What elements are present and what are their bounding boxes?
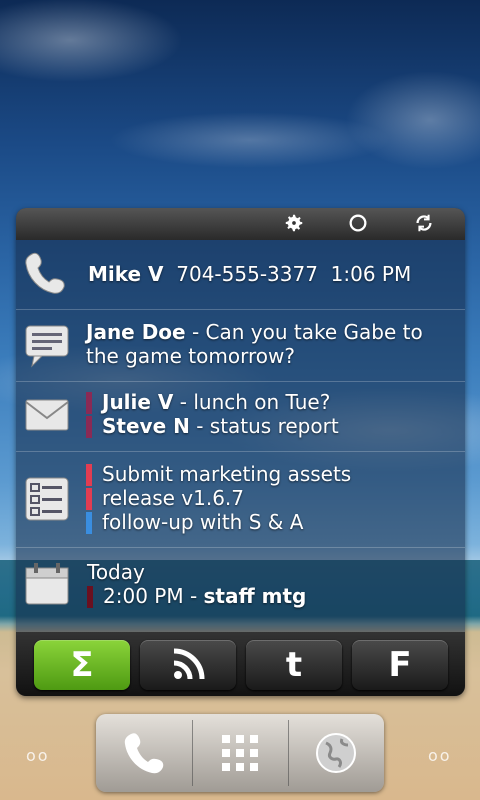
call-time: 1:06 PM xyxy=(330,262,412,286)
sms-sender: Jane Doe xyxy=(86,320,186,344)
email-color-bar xyxy=(86,416,92,438)
chat-bubble-icon xyxy=(22,320,72,370)
task-list: Submit marketing assets release v1.6.7 f… xyxy=(86,462,457,534)
task-item[interactable]: follow-up with S & A xyxy=(86,510,457,534)
envelope-icon xyxy=(22,392,72,442)
circle-icon[interactable] xyxy=(346,212,370,236)
email-color-bar xyxy=(86,392,92,414)
email-subject: - status report xyxy=(189,414,339,438)
tab-rss[interactable] xyxy=(140,640,236,690)
event-title: staff mtg xyxy=(203,584,307,608)
dock-browser-button[interactable] xyxy=(288,714,384,792)
twitter-icon: t xyxy=(285,645,303,685)
sms-text: Jane Doe - Can you take Gabe to the game… xyxy=(86,320,457,368)
tab-twitter[interactable]: t xyxy=(246,640,342,690)
task-color-bar xyxy=(86,464,92,486)
email-list: Julie V - lunch on Tue? Steve N - status… xyxy=(86,390,457,438)
tab-facebook[interactable]: F xyxy=(352,640,448,690)
email-row[interactable]: Julie V - lunch on Tue? Steve N - status… xyxy=(16,382,465,452)
task-list-icon xyxy=(22,474,72,524)
event-color-bar xyxy=(87,586,93,608)
email-sender: Steve N xyxy=(102,414,190,438)
tab-sigma[interactable]: Σ xyxy=(34,640,130,690)
home-dock xyxy=(96,714,384,792)
call-row[interactable]: Mike V 704-555-3377 1:06 PM xyxy=(16,240,465,310)
task-color-bar xyxy=(86,488,92,510)
task-text: release v1.6.7 xyxy=(102,486,245,510)
sigma-icon: Σ xyxy=(70,645,94,685)
task-item[interactable]: Submit marketing assets xyxy=(86,462,457,486)
task-item[interactable]: release v1.6.7 xyxy=(86,486,457,510)
sms-row[interactable]: Jane Doe - Can you take Gabe to the game… xyxy=(16,310,465,382)
tasks-row[interactable]: Submit marketing assets release v1.6.7 f… xyxy=(16,452,465,548)
dock-phone-button[interactable] xyxy=(96,714,192,792)
calendar-text: Today 2:00 PM - staff mtg xyxy=(87,560,457,608)
calendar-day: Today xyxy=(87,560,145,584)
gear-icon[interactable] xyxy=(282,212,306,236)
widget-toolbar xyxy=(16,208,465,240)
phone-icon xyxy=(22,250,72,300)
calendar-icon xyxy=(22,560,72,610)
calendar-event[interactable]: 2:00 PM - staff mtg xyxy=(87,584,457,608)
dock-apps-button[interactable] xyxy=(192,714,288,792)
page-indicator-right[interactable]: oo xyxy=(428,746,452,765)
event-time: 2:00 PM xyxy=(103,584,184,608)
globe-icon xyxy=(316,733,356,773)
email-item[interactable]: Steve N - status report xyxy=(86,414,457,438)
task-text: Submit marketing assets xyxy=(102,462,352,486)
call-text: Mike V 704-555-3377 1:06 PM xyxy=(88,262,457,286)
email-item[interactable]: Julie V - lunch on Tue? xyxy=(86,390,457,414)
rss-icon xyxy=(173,648,205,680)
calendar-row[interactable]: Today 2:00 PM - staff mtg xyxy=(16,548,465,632)
phone-icon xyxy=(124,733,164,774)
email-subject: - lunch on Tue? xyxy=(173,390,331,414)
task-color-bar xyxy=(86,512,92,534)
widget-tab-bar: Σ t F xyxy=(16,632,465,696)
page-indicator-left[interactable]: oo xyxy=(26,746,50,765)
caller-number: 704-555-3377 xyxy=(176,262,318,286)
task-text: follow-up with S & A xyxy=(102,510,304,534)
app-grid-icon xyxy=(222,735,258,771)
caller-name: Mike V xyxy=(88,262,164,286)
pure-messenger-widget: Mike V 704-555-3377 1:06 PM Jane Doe - C… xyxy=(16,208,465,696)
facebook-icon: F xyxy=(388,645,412,685)
email-sender: Julie V xyxy=(102,390,174,414)
refresh-icon[interactable] xyxy=(412,212,436,236)
